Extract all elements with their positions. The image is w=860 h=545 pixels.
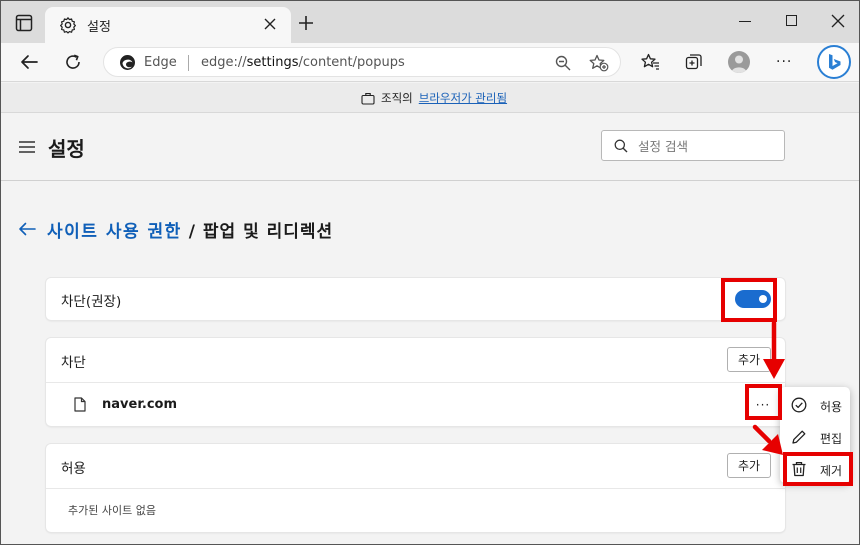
more-menu-icon[interactable]: ···	[776, 54, 792, 70]
minimize-icon[interactable]	[739, 21, 751, 22]
back-arrow-icon[interactable]	[18, 222, 36, 236]
url-text: edge://settings/content/popups	[201, 55, 405, 70]
blocked-site-name: naver.com	[102, 397, 177, 412]
new-tab-icon[interactable]	[298, 15, 314, 31]
annotation-arrow-down	[763, 321, 785, 379]
allow-list-title: 허용	[61, 461, 86, 477]
annotation-arrow-diagonal	[752, 424, 783, 455]
url-host: settings	[246, 55, 299, 70]
menu-item-edit[interactable]: 편집	[780, 421, 850, 453]
briefcase-icon	[361, 92, 375, 105]
back-icon[interactable]	[20, 54, 38, 70]
banner-text: 조직의	[381, 91, 413, 105]
title-bar: 설정	[1, 1, 859, 43]
block-list-title: 차단	[61, 355, 86, 371]
breadcrumb: 사이트 사용 권한 / 팝업 및 리디렉션	[47, 217, 333, 242]
hamburger-menu-icon[interactable]	[19, 141, 35, 153]
tab-actions-icon[interactable]	[15, 14, 33, 32]
pencil-icon	[791, 429, 807, 445]
page-icon	[74, 397, 86, 412]
annotation-box-toggle	[721, 278, 777, 322]
block-setting-label: 차단(권장)	[61, 294, 122, 310]
collections-icon[interactable]	[685, 53, 703, 71]
maximize-icon[interactable]	[786, 15, 797, 26]
bing-chat-icon[interactable]	[817, 45, 851, 79]
managed-banner: 조직의 브라우저가 관리됨	[1, 83, 859, 113]
close-window-icon[interactable]	[831, 14, 845, 28]
settings-search[interactable]	[601, 130, 785, 161]
breadcrumb-separator: /	[181, 222, 203, 242]
address-separator	[188, 55, 189, 71]
check-circle-icon	[791, 397, 807, 413]
tab-title: 설정	[87, 20, 111, 35]
block-setting-card: 차단(권장)	[46, 278, 785, 320]
page-title: 설정	[48, 137, 85, 161]
site-label: Edge	[144, 55, 177, 70]
menu-item-label: 편집	[820, 432, 843, 446]
block-list-card: 차단 추가 naver.com ···	[46, 338, 785, 426]
breadcrumb-site-permissions[interactable]: 사이트 사용 권한	[47, 222, 182, 242]
address-bar[interactable]: Edge edge://settings/content/popups	[103, 47, 621, 77]
navigation-bar: Edge edge://settings/content/popups ···	[1, 43, 859, 82]
tab-settings[interactable]: 설정	[45, 7, 291, 43]
menu-item-allow[interactable]: 허용	[780, 389, 850, 421]
row-divider	[46, 488, 785, 489]
row-divider	[46, 382, 785, 383]
edge-logo-icon	[119, 54, 136, 71]
gear-icon	[59, 16, 77, 34]
annotation-box-remove	[783, 452, 853, 486]
menu-item-label: 허용	[820, 400, 843, 414]
favorites-icon[interactable]	[641, 53, 660, 71]
breadcrumb-current: 팝업 및 리디렉션	[202, 222, 334, 242]
search-icon	[614, 139, 628, 153]
refresh-icon[interactable]	[64, 53, 82, 71]
annotation-box-more	[745, 384, 782, 420]
add-favorite-icon[interactable]	[589, 54, 609, 72]
empty-list-text: 추가된 사이트 없음	[68, 504, 156, 517]
allow-list-card: 허용 추가 추가된 사이트 없음	[46, 444, 785, 532]
search-input[interactable]	[638, 137, 778, 155]
close-tab-icon[interactable]	[264, 18, 276, 30]
settings-header: 설정	[1, 113, 859, 181]
managed-browser-link[interactable]: 브라우저가 관리됨	[419, 90, 507, 106]
profile-avatar[interactable]	[728, 51, 750, 73]
zoom-out-icon[interactable]	[555, 55, 571, 71]
